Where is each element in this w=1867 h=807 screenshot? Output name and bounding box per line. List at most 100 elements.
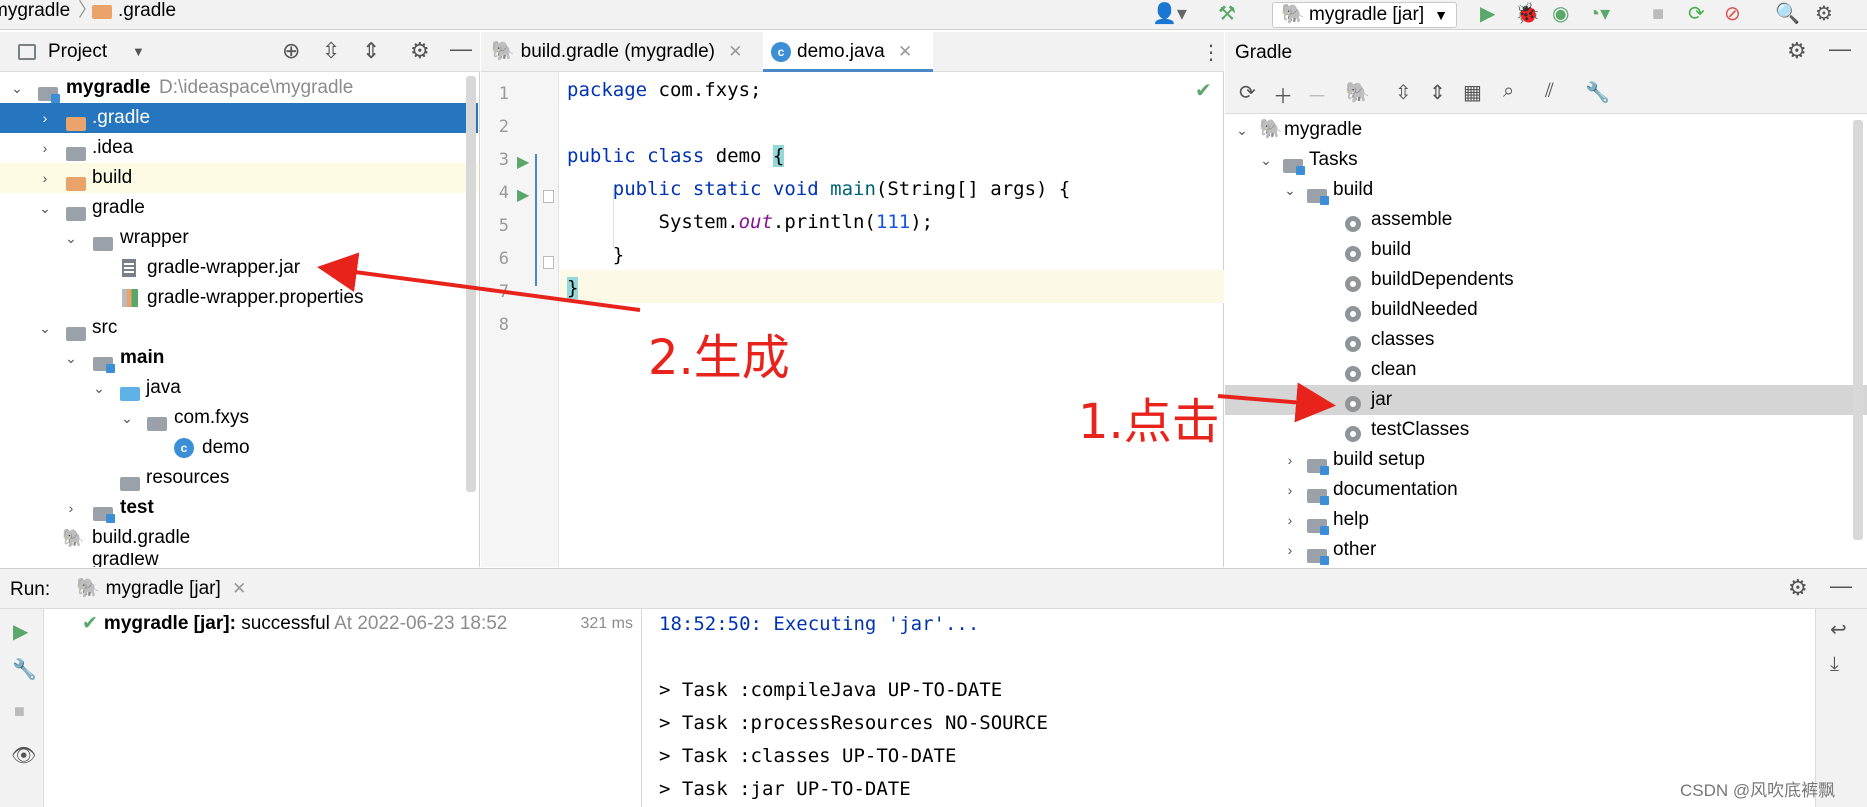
project-view-title[interactable]: Project bbox=[48, 41, 107, 63]
gradle-task-test-classes[interactable]: testClasses bbox=[1225, 415, 1867, 445]
chevron-right-icon[interactable]: › bbox=[1283, 475, 1297, 505]
project-scrollbar[interactable] bbox=[466, 76, 476, 492]
gradle-task-classes[interactable]: classes bbox=[1225, 325, 1867, 355]
gradle-scrollbar[interactable] bbox=[1853, 120, 1863, 540]
chevron-right-icon[interactable]: › bbox=[38, 163, 52, 193]
coverage-icon[interactable]: ◉ bbox=[1552, 2, 1569, 26]
user-icon[interactable]: 👤▾ bbox=[1152, 2, 1187, 26]
tree-item-gradle[interactable]: ⌄ gradle bbox=[0, 193, 478, 223]
gradle-group-documentation[interactable]: › documentation bbox=[1225, 475, 1867, 505]
build-hammer-icon[interactable]: ⚒ bbox=[1218, 2, 1236, 26]
expand-all-icon[interactable]: ⇳ bbox=[1395, 80, 1412, 105]
view-options-eye-icon[interactable]: 👁 bbox=[11, 743, 36, 768]
tree-item-java[interactable]: ⌄ java bbox=[0, 373, 478, 403]
stop-icon[interactable]: ■ bbox=[14, 701, 25, 722]
gradle-task-clean[interactable]: clean bbox=[1225, 355, 1867, 385]
chevron-right-icon[interactable]: › bbox=[38, 103, 52, 133]
gradle-group-build-setup[interactable]: › build setup bbox=[1225, 445, 1867, 475]
run-icon[interactable]: ▶ bbox=[1480, 2, 1495, 26]
no-problems-check-icon[interactable]: ✔ bbox=[1195, 78, 1212, 103]
tree-item-demo[interactable]: c demo bbox=[0, 433, 478, 463]
reload-icon[interactable]: ⟳ bbox=[1239, 80, 1256, 105]
close-icon[interactable]: ✕ bbox=[728, 42, 742, 61]
collapse-all-icon[interactable]: ⇕ bbox=[362, 38, 380, 64]
toggle-offline-icon[interactable]: ⫽ bbox=[1545, 80, 1554, 103]
update-icon[interactable]: ⟳ bbox=[1688, 2, 1705, 26]
rerun-icon[interactable]: ▶ bbox=[13, 619, 28, 644]
search-icon[interactable]: 🔍 bbox=[1775, 2, 1800, 26]
chevron-expanded-icon[interactable]: ⌄ bbox=[10, 73, 24, 103]
wrench-icon[interactable]: 🔧 bbox=[12, 657, 37, 682]
run-gutter-icon[interactable]: ▶ bbox=[517, 152, 529, 172]
hide-panel-icon[interactable]: — bbox=[1830, 573, 1852, 599]
expand-all-icon[interactable]: ⇳ bbox=[322, 38, 340, 64]
tree-item-gradle-dir[interactable]: › .gradle bbox=[0, 103, 478, 133]
settings-gear-icon[interactable]: ⚙ bbox=[1787, 38, 1807, 64]
chevron-right-icon[interactable]: › bbox=[1283, 445, 1297, 475]
locate-icon[interactable]: ⊕ bbox=[282, 38, 300, 64]
tree-item-wrapper[interactable]: ⌄ wrapper bbox=[0, 223, 478, 253]
run-tab[interactable]: 🐘 mygradle [jar] ✕ bbox=[70, 569, 260, 609]
tree-item-root[interactable]: ⌄ mygradle D:\ideaspace\mygradle bbox=[0, 73, 478, 103]
gradle-group-help[interactable]: › help bbox=[1225, 505, 1867, 535]
more-options-icon[interactable]: ⋮ bbox=[1201, 40, 1221, 65]
stop-icon[interactable]: ■ bbox=[1652, 2, 1664, 26]
tree-item-resources[interactable]: resources bbox=[0, 463, 478, 493]
chevron-expanded-icon[interactable]: ⌄ bbox=[64, 343, 78, 373]
gradle-task-build-needed[interactable]: buildNeeded bbox=[1225, 295, 1867, 325]
settings-gear-icon[interactable]: ⚙ bbox=[1815, 2, 1833, 26]
tree-item-gradle-wrapper-jar[interactable]: gradle-wrapper.jar bbox=[0, 253, 478, 283]
tree-item-build-gradle[interactable]: 🐘 build.gradle bbox=[0, 523, 478, 553]
chevron-expanded-icon[interactable]: ⌄ bbox=[38, 193, 52, 223]
run-result-item[interactable]: ✔ mygradle [jar]: successful At 2022-06-2… bbox=[82, 609, 507, 639]
tab-build-gradle[interactable]: 🐘 build.gradle (mygradle) ✕ bbox=[491, 32, 753, 72]
tree-item-build[interactable]: › build bbox=[0, 163, 478, 193]
gradle-tree-tasks[interactable]: ⌄ Tasks bbox=[1225, 145, 1867, 175]
tree-item-src[interactable]: ⌄ src bbox=[0, 313, 478, 343]
gradle-task-build-dependents[interactable]: buildDependents bbox=[1225, 265, 1867, 295]
gradle-tree-root[interactable]: ⌄ 🐘 mygradle bbox=[1225, 115, 1867, 145]
gradle-task-build[interactable]: build bbox=[1225, 235, 1867, 265]
gradle-task-assemble[interactable]: assemble bbox=[1225, 205, 1867, 235]
rollback-icon[interactable]: ⊘ bbox=[1724, 2, 1741, 26]
chevron-expanded-icon[interactable]: ⌄ bbox=[92, 373, 106, 403]
breadcrumb-folder[interactable]: .gradle bbox=[118, 0, 176, 22]
add-icon[interactable]: ＋ bbox=[1273, 80, 1293, 109]
tree-item-com-fxys[interactable]: ⌄ com.fxys bbox=[0, 403, 478, 433]
gradle-group-other[interactable]: › other bbox=[1225, 535, 1867, 565]
close-icon[interactable]: ✕ bbox=[232, 579, 246, 598]
chevron-expanded-icon[interactable]: ⌄ bbox=[120, 403, 134, 433]
chevron-right-icon[interactable]: › bbox=[1283, 535, 1297, 565]
close-icon[interactable]: ✕ bbox=[898, 42, 912, 61]
profile-icon[interactable]: ◔▾ bbox=[1588, 2, 1610, 26]
chevron-right-icon[interactable]: › bbox=[64, 493, 78, 523]
fold-marker-icon[interactable] bbox=[543, 256, 554, 269]
run-configuration-select[interactable]: 🐘 mygradle [jar] ▼ bbox=[1272, 2, 1457, 28]
chevron-right-icon[interactable]: › bbox=[38, 133, 52, 163]
fold-marker-icon[interactable] bbox=[543, 190, 554, 203]
gradle-task-jar[interactable]: jar bbox=[1225, 385, 1867, 415]
debug-icon[interactable]: 🐞 bbox=[1515, 2, 1540, 26]
breadcrumb-project[interactable]: mygradle bbox=[0, 0, 70, 22]
settings-gear-icon[interactable]: ⚙ bbox=[1788, 575, 1808, 601]
tree-item-gradle-wrapper-properties[interactable]: gradle-wrapper.properties bbox=[0, 283, 478, 313]
chevron-expanded-icon[interactable]: ⌄ bbox=[1259, 145, 1273, 175]
chevron-expanded-icon[interactable]: ⌄ bbox=[64, 223, 78, 253]
chevron-expanded-icon[interactable]: ⌄ bbox=[1235, 115, 1249, 145]
tab-demo-java[interactable]: c demo.java ✕ bbox=[763, 32, 933, 72]
chevron-right-icon[interactable]: › bbox=[1283, 505, 1297, 535]
tree-item-test[interactable]: › test bbox=[0, 493, 478, 523]
hide-panel-icon[interactable]: — bbox=[1829, 36, 1851, 62]
tree-item-main[interactable]: ⌄ main bbox=[0, 343, 478, 373]
chevron-expanded-icon[interactable]: ⌄ bbox=[1283, 175, 1297, 205]
execute-task-icon[interactable]: 🐘 bbox=[1345, 80, 1370, 105]
build-tool-settings-icon[interactable]: 🔧 bbox=[1585, 80, 1610, 105]
hide-panel-icon[interactable]: — bbox=[450, 36, 472, 62]
settings-gear-icon[interactable]: ⚙ bbox=[410, 38, 430, 64]
run-gutter-icon[interactable]: ▶ bbox=[517, 185, 529, 205]
console-output[interactable]: 18:52:50: Executing 'jar'... > Task :com… bbox=[643, 609, 1815, 807]
scroll-to-end-icon[interactable]: ⤓ bbox=[1830, 653, 1839, 676]
chevron-down-icon[interactable]: ▼ bbox=[132, 44, 145, 59]
tree-item-gradlew[interactable]: gradlew bbox=[0, 553, 478, 567]
soft-wrap-icon[interactable]: ↩ bbox=[1830, 617, 1847, 642]
